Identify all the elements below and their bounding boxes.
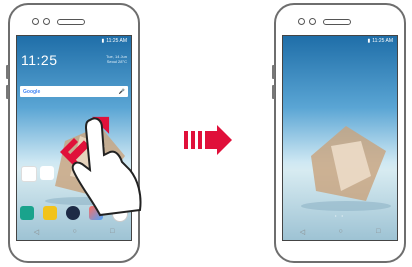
home-button[interactable]: ○ (72, 228, 76, 236)
home-button[interactable]: ○ (338, 228, 342, 236)
recents-button[interactable]: □ (376, 228, 380, 236)
diamond-wallpaper-image (301, 126, 391, 211)
phone-right: ▮ 11:25 AM • • ◁ ○ □ (272, 3, 406, 263)
volume-button (6, 65, 9, 79)
weather-text: Seoul 28°C (106, 59, 127, 64)
mic-icon[interactable]: 🎤 (119, 89, 125, 95)
status-time: 11:25 AM (372, 38, 393, 44)
home-screen-empty[interactable]: ▮ 11:25 AM • • ◁ ○ □ (282, 35, 398, 241)
signal-icon: ▮ (367, 38, 371, 44)
status-bar: ▮ 11:25 AM (101, 38, 127, 44)
google-logo: Google (23, 88, 41, 95)
google-apps-folder-icon[interactable] (21, 166, 37, 182)
page-indicator: • • (335, 213, 345, 218)
volume-button (272, 85, 275, 99)
signal-icon: ▮ (101, 38, 105, 44)
front-sensors (298, 18, 351, 25)
phone-app-icon[interactable] (20, 206, 34, 220)
back-button[interactable]: ◁ (300, 228, 305, 236)
navigation-bar: ◁ ○ □ (17, 228, 131, 236)
front-sensors (32, 18, 85, 25)
status-time: 11:25 AM (106, 38, 127, 44)
transition-arrow-icon (184, 125, 232, 155)
clock-widget[interactable]: 11:25 (21, 52, 58, 68)
recents-button[interactable]: □ (110, 228, 114, 236)
volume-button (272, 65, 275, 79)
messages-app-icon[interactable] (43, 206, 57, 220)
hand-gesture-icon (71, 117, 142, 217)
status-bar: ▮ 11:25 AM (367, 38, 393, 44)
back-button[interactable]: ◁ (34, 228, 39, 236)
navigation-bar: ◁ ○ □ (283, 228, 397, 236)
google-search-bar[interactable]: Google 🎤 (20, 86, 128, 97)
date-weather: Tue, 14 Jun Seoul 28°C (106, 54, 127, 64)
volume-button (6, 85, 9, 99)
